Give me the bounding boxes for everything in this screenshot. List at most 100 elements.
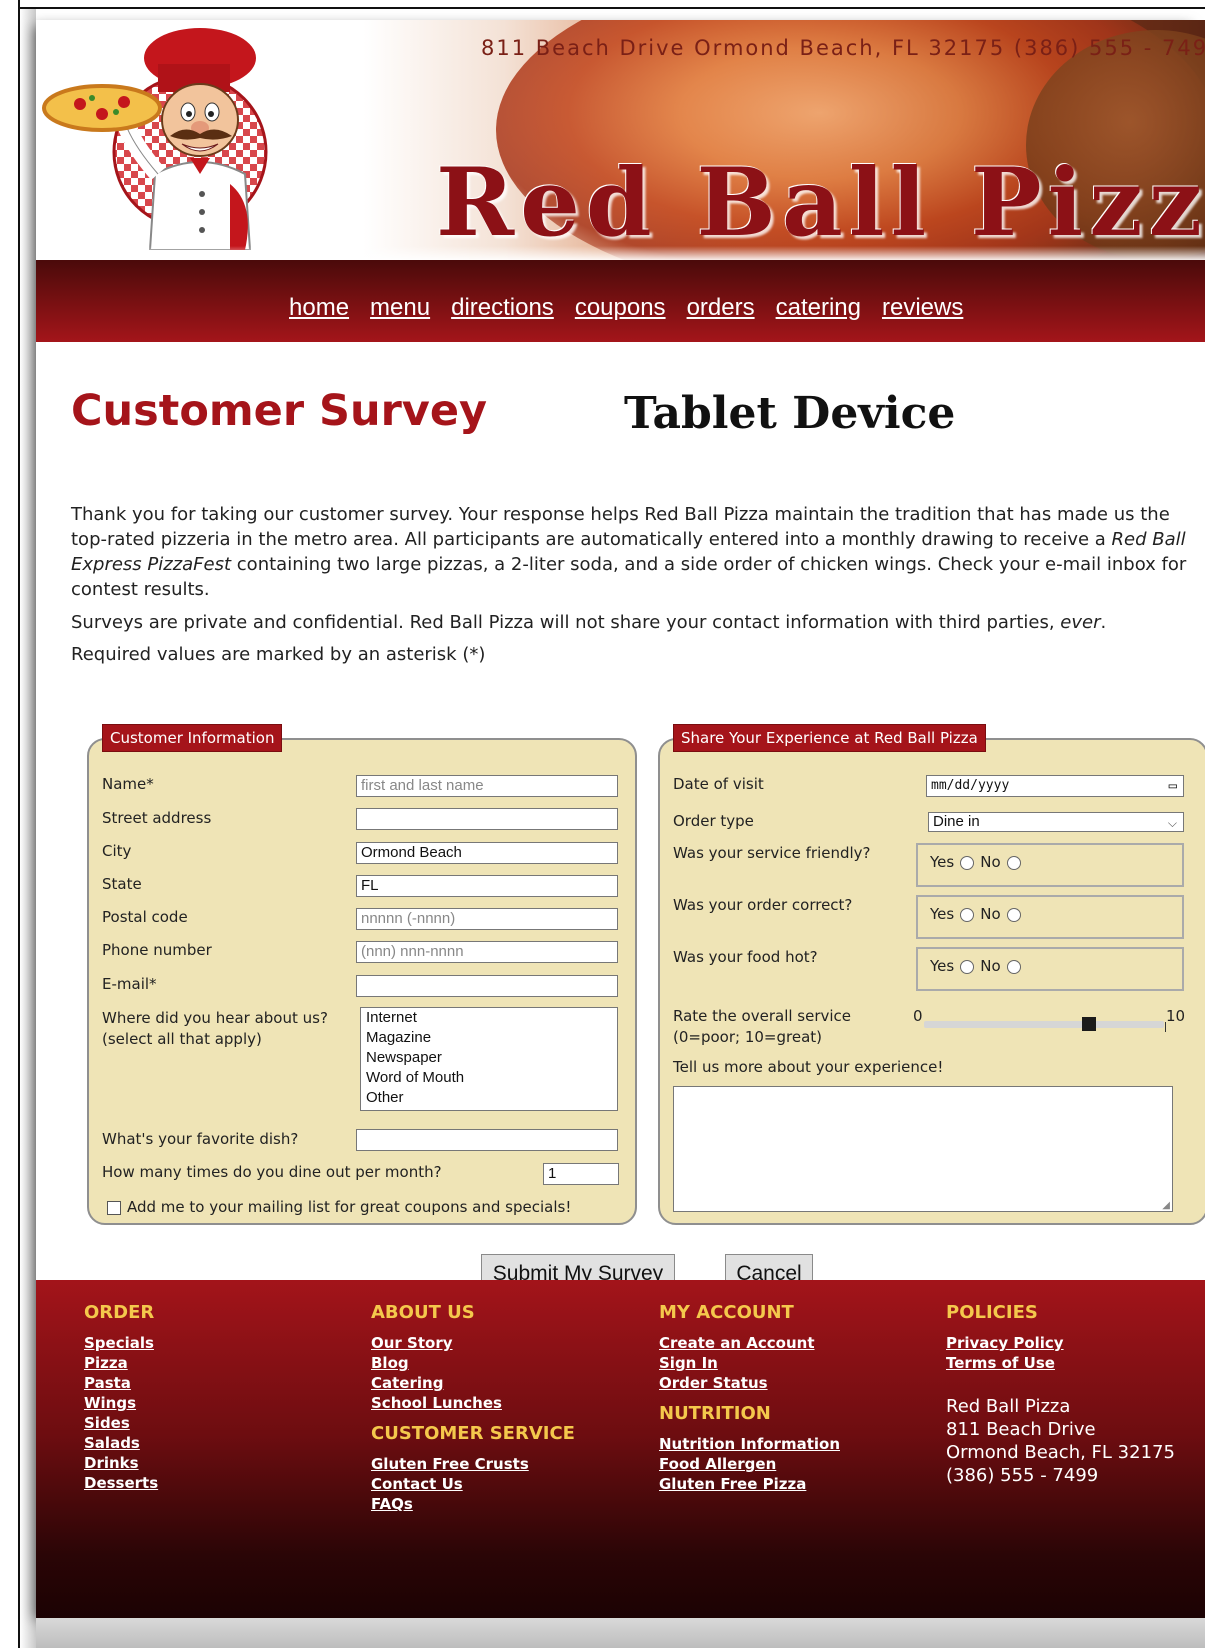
hear-option[interactable]: Other [366, 1088, 612, 1108]
footer-link[interactable]: School Lunches [371, 1393, 575, 1413]
footer-col-policies: POLICIES Privacy Policy Terms of Use Red… [946, 1302, 1175, 1487]
dine-number-input[interactable]: 1 [543, 1163, 619, 1185]
friendly-no-radio[interactable] [1006, 855, 1021, 870]
privacy-text: Surveys are private and confidential. Re… [71, 612, 1061, 633]
mailing-label: Add me to your mailing list for great co… [127, 1198, 572, 1216]
footer-link[interactable]: Pizza [84, 1353, 158, 1373]
footer-link[interactable]: Sign In [659, 1353, 840, 1373]
phone-input[interactable]: (nnn) nnn-nnnn [356, 941, 618, 963]
footer-link[interactable]: Contact Us [371, 1474, 575, 1494]
customer-info-legend: Customer Information [102, 724, 283, 752]
footer-link[interactable]: Nutrition Information [659, 1434, 840, 1454]
friendly-yes-label: Yes [930, 853, 955, 871]
friendly-radio-group: Yes No [916, 843, 1184, 887]
footer-link[interactable]: Blog [371, 1353, 575, 1373]
footer-link[interactable]: Food Allergen [659, 1454, 840, 1474]
header-glow [36, 246, 1205, 260]
nav-link-directions[interactable]: directions [451, 294, 554, 321]
rate-slider[interactable] [924, 1016, 1166, 1032]
footer-link[interactable]: Salads [84, 1433, 158, 1453]
window-border-left [18, 0, 20, 1648]
order-type-label: Order type [673, 812, 754, 830]
footer-heading-nutrition: NUTRITION [659, 1403, 771, 1424]
name-input[interactable]: first and last name [356, 775, 618, 797]
nav-link-catering[interactable]: catering [776, 294, 861, 321]
hot-no-label: No [980, 957, 1001, 975]
footer-link[interactable]: Sides [84, 1413, 158, 1433]
intro-paragraph: Thank you for taking our customer survey… [71, 502, 1201, 602]
footer-address-line: 811 Beach Drive [946, 1419, 1096, 1440]
correct-yes-radio[interactable] [960, 907, 975, 922]
nav-link-orders[interactable]: orders [687, 294, 755, 321]
street-label: Street address [102, 809, 212, 827]
footer-link[interactable]: Create an Account [659, 1333, 840, 1353]
hot-no-radio[interactable] [1006, 959, 1021, 974]
footer-link[interactable]: Terms of Use [946, 1353, 1175, 1373]
footer-address-line: Red Ball Pizza [946, 1396, 1071, 1417]
footer-link[interactable]: Wings [84, 1393, 158, 1413]
rate-max-label: 10 [1166, 1007, 1186, 1025]
footer-link[interactable]: Drinks [84, 1453, 158, 1473]
footer-link[interactable]: Our Story [371, 1333, 575, 1353]
dish-input[interactable] [356, 1129, 618, 1151]
mailing-checkbox[interactable] [107, 1200, 121, 1215]
more-label: Tell us more about your experience! [673, 1058, 944, 1076]
site-header: 811 Beach Drive Ormond Beach, FL 32175 (… [36, 20, 1205, 260]
main-nav: home menu directions coupons orders cate… [36, 260, 1205, 342]
page: 811 Beach Drive Ormond Beach, FL 32175 (… [36, 20, 1205, 1625]
footer-link[interactable]: Gluten Free Pizza [659, 1474, 840, 1494]
footer-link[interactable]: Privacy Policy [946, 1333, 1175, 1353]
hear-option[interactable]: Magazine [366, 1028, 612, 1048]
footer-heading-about: ABOUT US [371, 1302, 475, 1323]
email-input[interactable] [356, 975, 618, 997]
correct-radio-group: Yes No [916, 895, 1184, 939]
hot-yes-label: Yes [930, 957, 955, 975]
order-type-value: Dine in [933, 813, 980, 830]
hear-option[interactable]: Newspaper [366, 1048, 612, 1068]
hear-sublabel: (select all that apply) [102, 1030, 262, 1048]
privacy-text-end: . [1100, 612, 1107, 633]
calendar-icon[interactable]: ▭ [1169, 778, 1177, 794]
required-note: Required values are marked by an asteris… [71, 644, 486, 665]
hear-option[interactable]: Word of Mouth [366, 1068, 612, 1088]
nav-link-menu[interactable]: menu [370, 294, 430, 321]
chef-logo-icon [42, 28, 268, 250]
hear-listbox[interactable]: Internet Magazine Newspaper Word of Mout… [360, 1007, 618, 1111]
name-placeholder: first and last name [361, 777, 484, 794]
dine-label: How many times do you dine out per month… [102, 1163, 442, 1181]
experience-legend: Share Your Experience at Red Ball Pizza [673, 724, 986, 752]
friendly-label: Was your service friendly? [673, 844, 871, 862]
rate-slider-thumb[interactable] [1082, 1017, 1097, 1031]
hear-option[interactable]: Internet [366, 1008, 612, 1028]
footer-link[interactable]: Gluten Free Crusts [371, 1454, 575, 1474]
footer-link[interactable]: Order Status [659, 1373, 840, 1393]
postal-input[interactable]: nnnnn (-nnnn) [356, 908, 618, 930]
date-input[interactable]: mm/dd/yyyy ▭ [926, 775, 1184, 797]
window-shadow-left [20, 9, 36, 1648]
friendly-yes-radio[interactable] [960, 855, 975, 870]
footer-link[interactable]: Desserts [84, 1473, 158, 1493]
city-input[interactable]: Ormond Beach [356, 842, 618, 864]
footer-col-about: ABOUT US Our Story Blog Catering School … [371, 1302, 575, 1514]
footer-col-account: MY ACCOUNT Create an Account Sign In Ord… [659, 1302, 840, 1494]
correct-no-radio[interactable] [1006, 907, 1021, 922]
footer-link[interactable]: Specials [84, 1333, 158, 1353]
street-input[interactable] [356, 808, 618, 830]
resize-handle-icon[interactable]: ◢ [1162, 1200, 1170, 1211]
chevron-down-icon: ⌵ [1167, 816, 1177, 830]
nav-link-reviews[interactable]: reviews [882, 294, 963, 321]
hot-label: Was your food hot? [673, 948, 818, 966]
city-label: City [102, 842, 132, 860]
nav-link-coupons[interactable]: coupons [575, 294, 666, 321]
state-input[interactable]: FL [356, 875, 618, 897]
nav-link-home[interactable]: home [289, 294, 349, 321]
experience-textarea[interactable]: ◢ [673, 1086, 1173, 1212]
device-heading: Tablet Device [624, 388, 956, 439]
order-type-select[interactable]: Dine in ⌵ [928, 812, 1184, 832]
correct-no-label: No [980, 905, 1001, 923]
hot-yes-radio[interactable] [960, 959, 975, 974]
footer-link[interactable]: FAQs [371, 1494, 575, 1514]
footer-link[interactable]: Catering [371, 1373, 575, 1393]
footer-link[interactable]: Pasta [84, 1373, 158, 1393]
